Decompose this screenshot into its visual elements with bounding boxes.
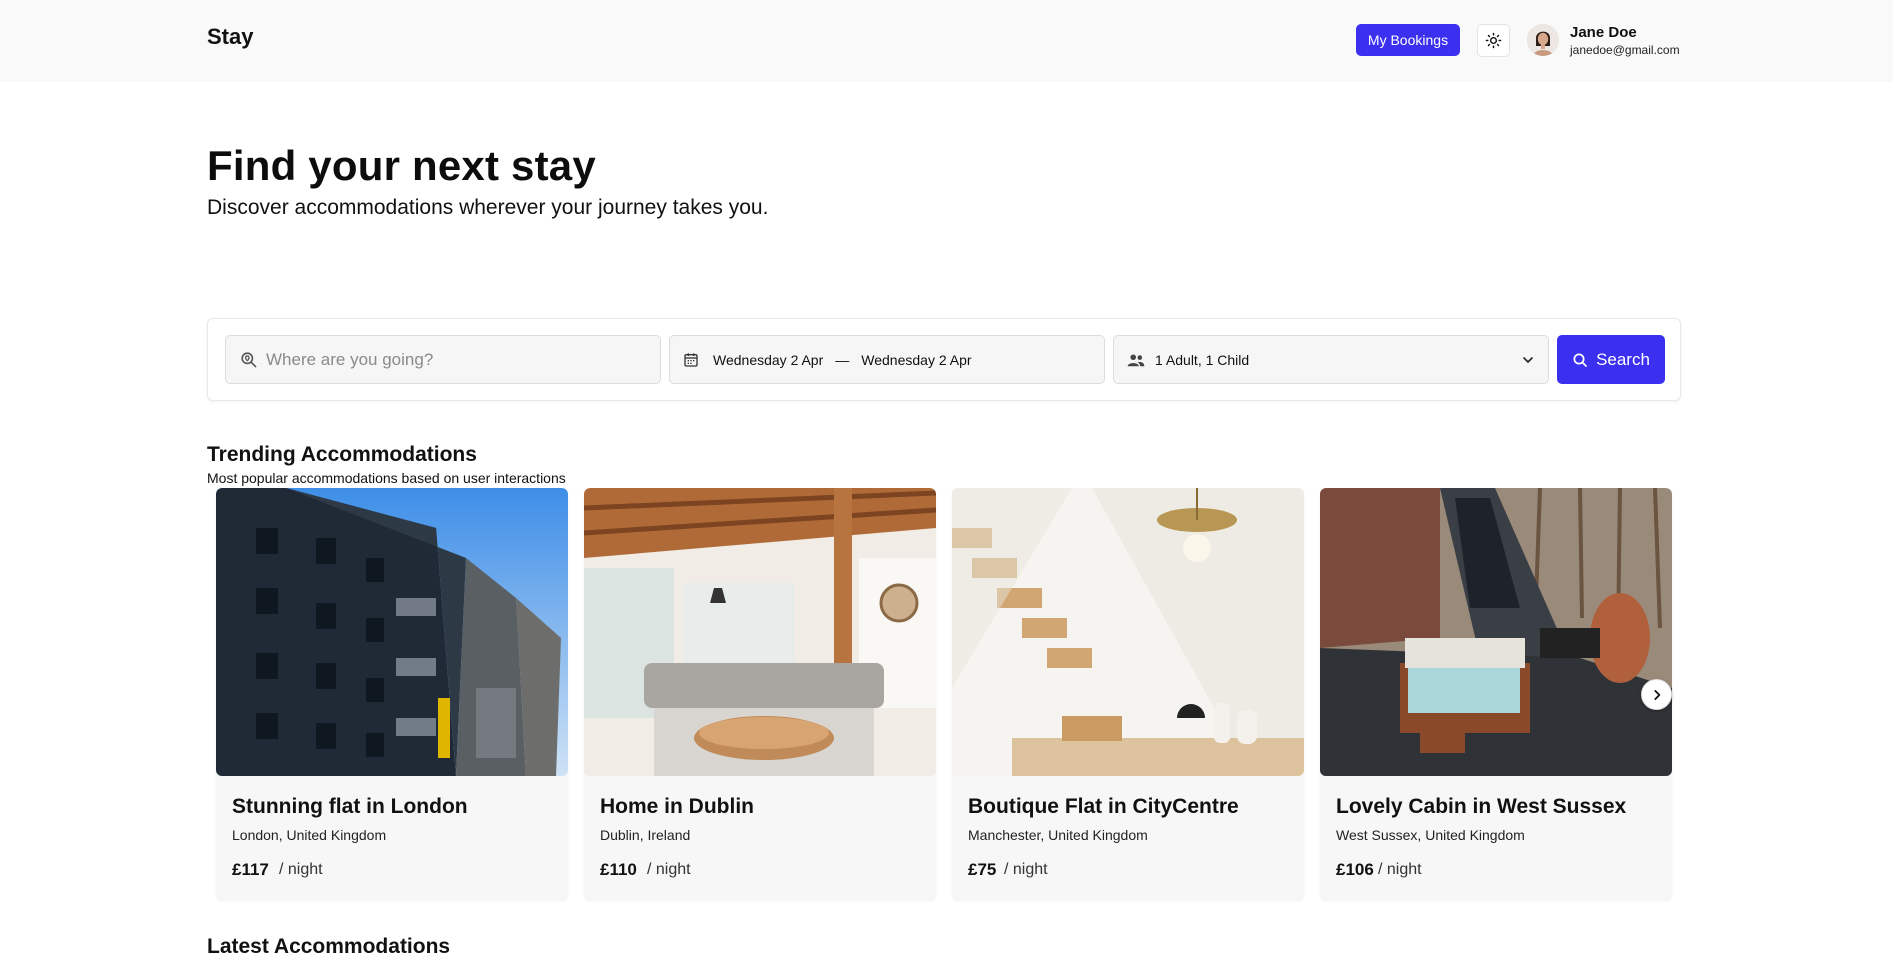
site-logo[interactable]: Stay [207,24,253,50]
my-bookings-button[interactable]: My Bookings [1356,24,1460,56]
accommodation-location: West Sussex, United Kingdom [1336,827,1525,843]
user-avatar[interactable] [1527,24,1559,56]
accommodation-image[interactable] [584,488,936,776]
accommodation-card[interactable]: Stunning flat in London London, United K… [216,488,568,900]
theme-toggle-button[interactable] [1477,24,1510,57]
sun-icon [1485,32,1502,49]
user-name: Jane Doe [1570,24,1637,41]
search-button[interactable]: Search [1557,335,1665,384]
accommodation-price: £117 [232,860,269,879]
search-button-label: Search [1596,349,1650,369]
latest-title: Latest Accommodations [207,935,451,958]
carousel-next-button[interactable] [1641,679,1672,710]
accommodation-card[interactable]: Lovely Cabin in West Sussex West Sussex,… [1320,488,1672,900]
chevron-down-icon [1523,356,1533,363]
search-panel: Wednesday 2 Apr — Wednesday 2 Apr 1 Adul… [207,318,1681,401]
price-unit: / night [1004,861,1048,878]
price-unit: / night [647,861,691,878]
accommodation-price: £106 [1336,860,1374,879]
accommodation-title[interactable]: Stunning flat in London [232,795,468,819]
search-location-icon [241,352,257,368]
site-header: Stay My Bookings Jane Doe janedoe@gmail.… [0,0,1893,82]
search-icon [1573,352,1587,367]
user-email: janedoe@gmail.com [1570,43,1680,57]
guests-value: 1 Adult, 1 Child [1155,351,1250,368]
users-icon [1127,353,1145,366]
price-unit: / night [279,861,323,878]
accommodation-price: £110 [600,860,637,879]
page-title: Find your next stay [207,142,596,189]
check-in-date[interactable]: Wednesday 2 Apr [713,352,823,368]
chevron-right-icon [1653,689,1660,700]
trending-title: Trending Accommodations [207,443,477,466]
accommodation-location: Dublin, Ireland [600,827,691,843]
accommodation-card[interactable]: Home in Dublin Dublin, Ireland £110 / ni… [584,488,936,900]
check-out-date[interactable]: Wednesday 2 Apr [861,352,971,368]
accommodation-location: Manchester, United Kingdom [968,827,1148,843]
date-range-field[interactable]: Wednesday 2 Apr — Wednesday 2 Apr [669,335,1105,384]
accommodation-title[interactable]: Boutique Flat in CityCentre [968,795,1239,819]
accommodation-card[interactable]: Boutique Flat in CityCentre Manchester, … [952,488,1304,900]
page-subtitle: Discover accommodations wherever your jo… [207,196,769,219]
accommodation-title[interactable]: Lovely Cabin in West Sussex [1336,795,1626,819]
accommodation-title[interactable]: Home in Dublin [600,795,754,819]
price-unit: / night [1378,861,1422,878]
date-separator: — [835,351,850,368]
guests-select[interactable]: 1 Adult, 1 Child [1113,335,1549,384]
accommodation-image[interactable] [952,488,1304,776]
accommodation-location: London, United Kingdom [232,827,387,843]
accommodation-image[interactable] [1320,488,1672,776]
destination-field[interactable] [225,335,661,384]
calendar-icon [684,352,698,367]
trending-subtitle: Most popular accommodations based on use… [207,470,566,486]
accommodation-image[interactable] [216,488,568,776]
destination-input[interactable] [266,349,646,370]
accommodation-price: £75 [968,860,997,879]
